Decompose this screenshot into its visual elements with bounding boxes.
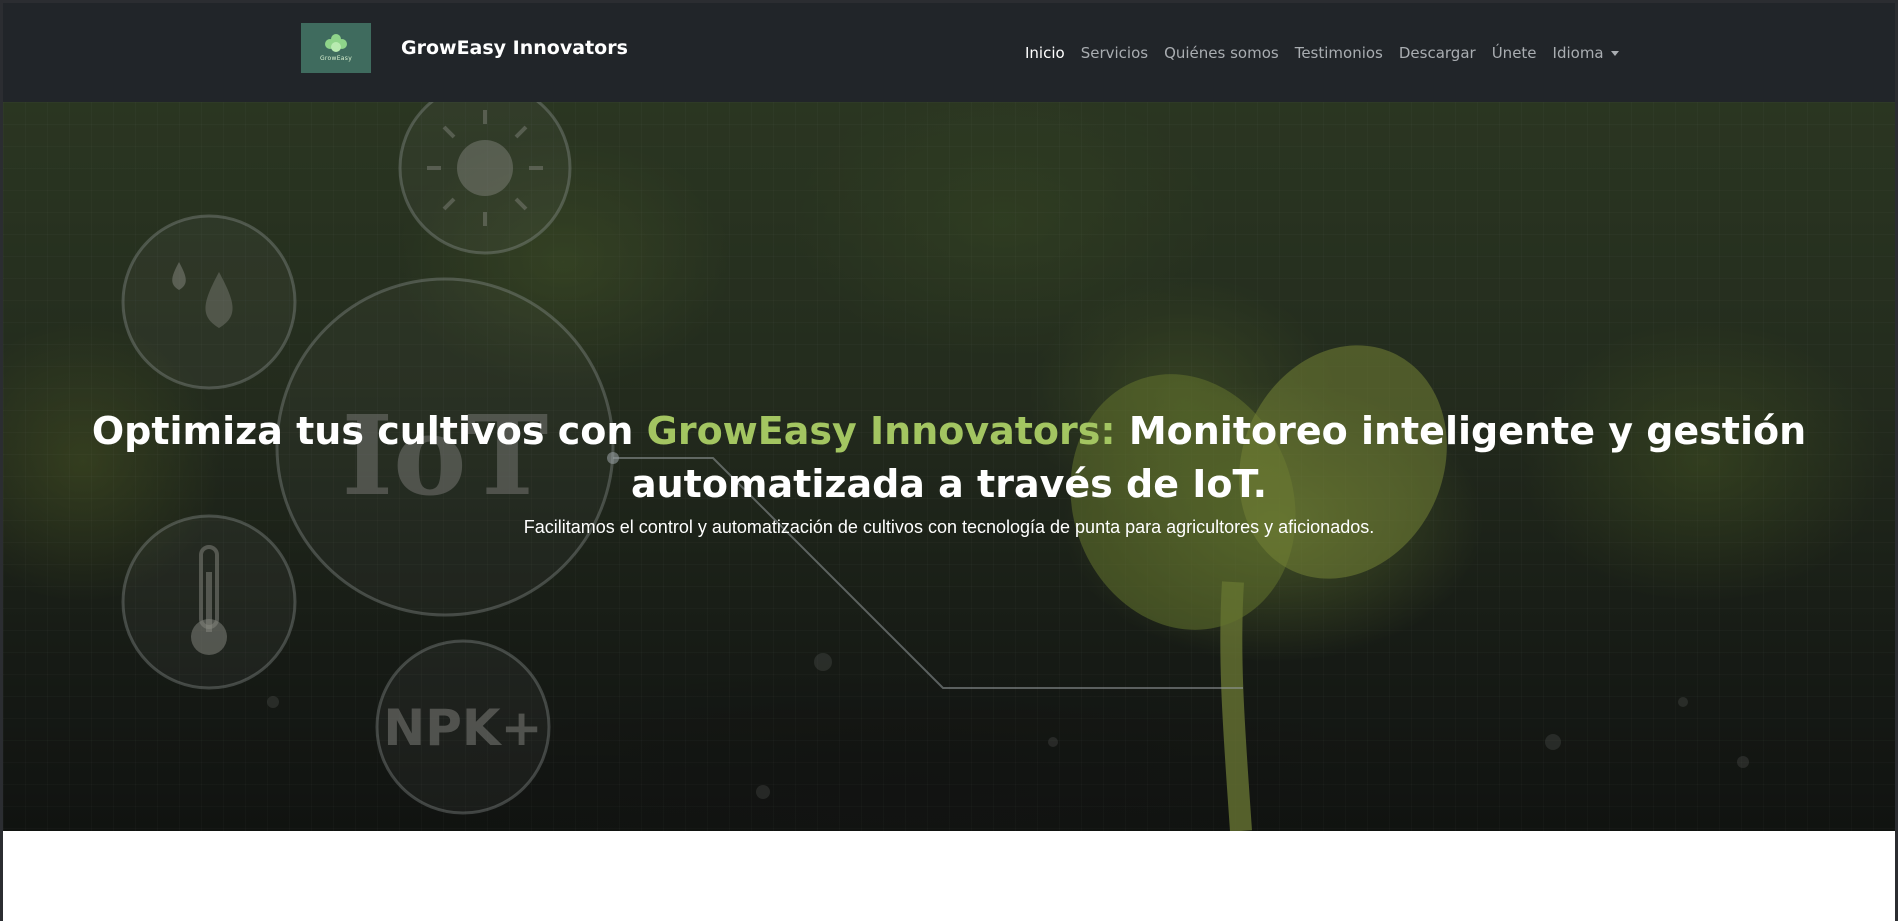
- hero-subtitle: Facilitamos el control y automatización …: [523, 517, 1375, 537]
- caret-down-icon: [1610, 50, 1619, 56]
- nav-item-servicios[interactable]: Servicios: [1081, 44, 1148, 62]
- nav-item-unete[interactable]: Únete: [1492, 44, 1537, 62]
- hero-section: IoT NPK+ Optimiza tus cultivos con GrowE…: [3, 102, 1895, 831]
- nav-item-idioma-label: Idioma: [1552, 44, 1604, 62]
- flower-icon: [323, 34, 349, 52]
- navbar: GrowEasy GrowEasy Innovators Inicio Serv…: [3, 3, 1895, 102]
- nav-item-inicio[interactable]: Inicio: [1025, 44, 1065, 62]
- brand-logo[interactable]: GrowEasy: [301, 23, 371, 73]
- nav-item-quienes-somos[interactable]: Quiénes somos: [1164, 44, 1279, 62]
- browser-viewport: GrowEasy GrowEasy Innovators Inicio Serv…: [0, 0, 1898, 921]
- nav-links: Inicio Servicios Quiénes somos Testimoni…: [1025, 44, 1619, 62]
- nav-item-idioma-dropdown[interactable]: Idioma: [1553, 44, 1619, 62]
- nav-item-descargar[interactable]: Descargar: [1399, 44, 1476, 62]
- headline-text-start: Optimiza tus cultivos con: [91, 409, 647, 453]
- logo-text: GrowEasy: [319, 55, 353, 62]
- brand-name[interactable]: GrowEasy Innovators: [401, 37, 628, 59]
- content-area-blank: [3, 831, 1895, 921]
- hero-headline: Optimiza tus cultivos con GrowEasy Innov…: [3, 405, 1895, 511]
- nav-item-testimonios[interactable]: Testimonios: [1295, 44, 1383, 62]
- headline-brand-accent: GrowEasy Innovators:: [646, 409, 1116, 453]
